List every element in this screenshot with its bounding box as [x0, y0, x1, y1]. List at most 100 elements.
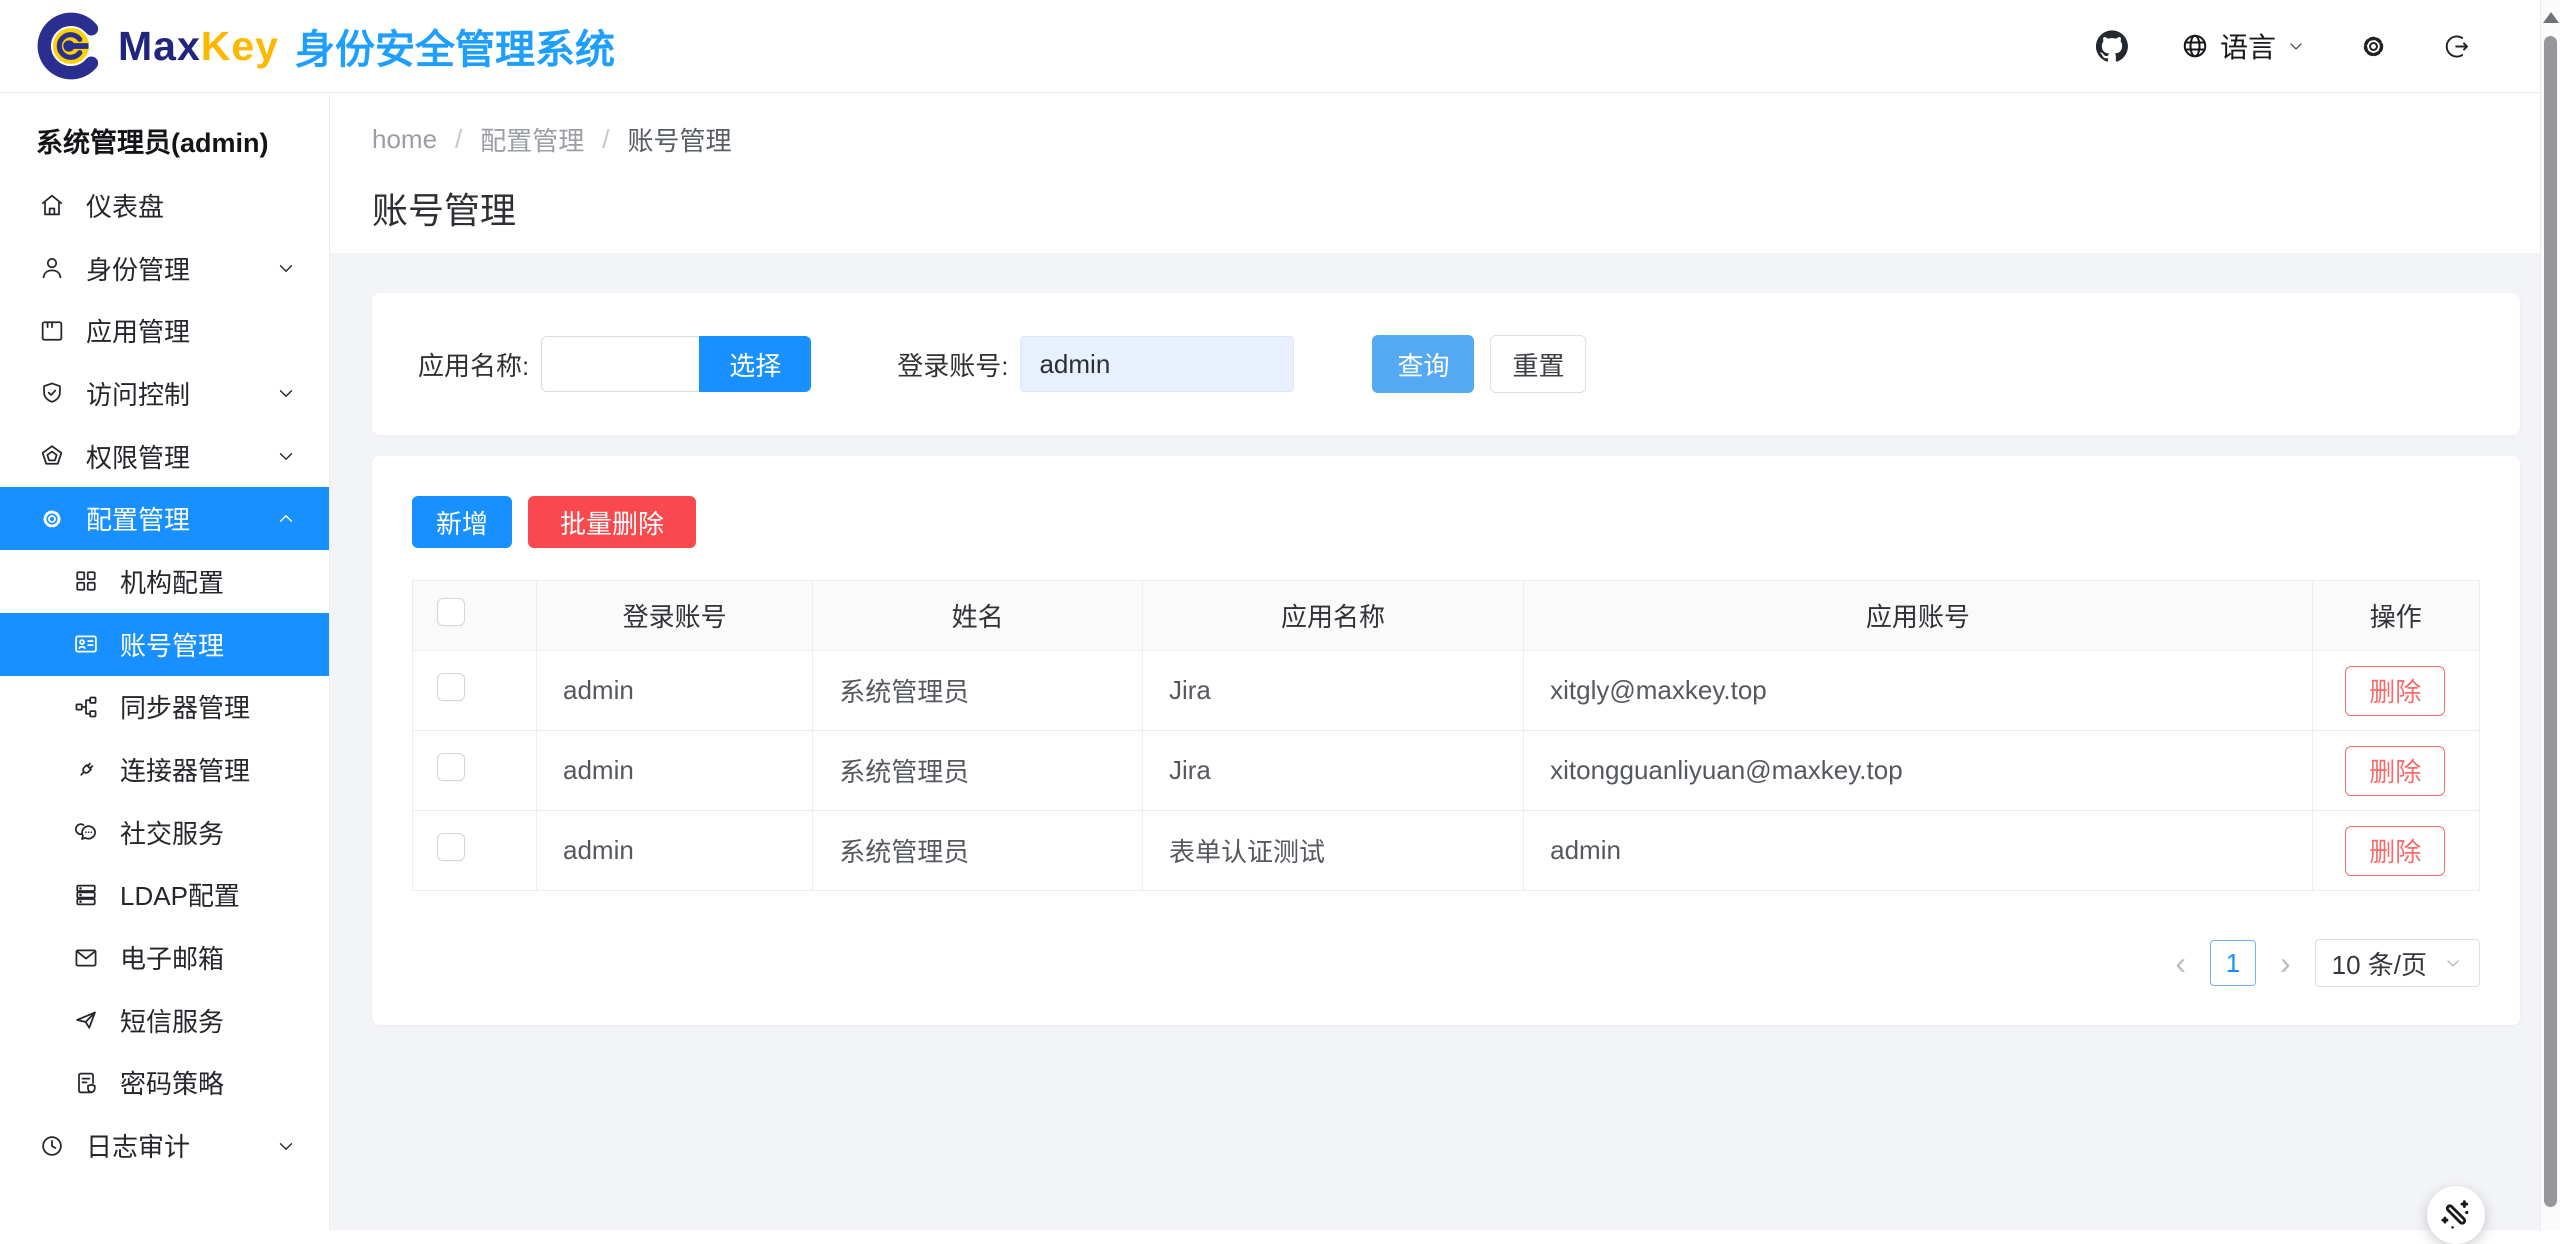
sidebar-item-connector[interactable]: 连接器管理 — [0, 738, 329, 801]
row-checkbox[interactable] — [437, 753, 465, 781]
header-actions: 语言 — [2096, 26, 2472, 66]
sidebar-item-synchronizer[interactable]: 同步器管理 — [0, 676, 329, 739]
globe-icon — [2180, 31, 2210, 61]
batch-delete-button[interactable]: 批量删除 — [528, 496, 696, 548]
settings-gear-icon[interactable] — [2358, 31, 2389, 62]
sidebar-item-social[interactable]: 社交服务 — [0, 801, 329, 864]
scroll-up-arrow[interactable] — [2543, 12, 2559, 23]
github-icon[interactable] — [2096, 30, 2128, 62]
server-icon — [72, 881, 100, 909]
sidebar-item-account-management[interactable]: 账号管理 — [0, 613, 329, 676]
cell-login: admin — [537, 811, 813, 891]
breadcrumb-config[interactable]: 配置管理 — [480, 121, 584, 158]
maxkey-logo — [34, 9, 108, 83]
sidebar-item-dashboard[interactable]: 仪表盘 — [0, 174, 329, 237]
chevron-down-icon — [2443, 953, 2463, 973]
brand: MaxKey 身份安全管理系统 — [34, 9, 615, 83]
brand-name: MaxKey — [118, 23, 279, 70]
row-checkbox[interactable] — [437, 833, 465, 861]
breadcrumb: home / 配置管理 / 账号管理 — [372, 121, 2560, 158]
sidebar-item-apps[interactable]: 应用管理 — [0, 299, 329, 362]
shield-check-icon — [38, 379, 66, 407]
filter-panel: 应用名称: 选择 登录账号: 查询 重置 — [372, 293, 2520, 435]
sidebar-item-org-config[interactable]: 机构配置 — [0, 550, 329, 613]
gear-icon — [38, 505, 66, 533]
next-page-button[interactable]: › — [2280, 947, 2291, 979]
grid-icon — [72, 567, 100, 595]
main-content: home / 配置管理 / 账号管理 账号管理 应用名称: 选择 登录账号: 查… — [330, 93, 2560, 1230]
chevron-down-icon — [275, 445, 297, 467]
add-button[interactable]: 新增 — [412, 496, 512, 548]
cell-login: admin — [537, 731, 813, 811]
login-account-input[interactable] — [1020, 336, 1294, 392]
language-label: 语言 — [2220, 26, 2276, 66]
magic-wand-fab[interactable] — [2427, 1186, 2485, 1244]
table-row: admin 系统管理员 Jira xitongguanliyuan@maxkey… — [413, 731, 2480, 811]
col-login-account: 登录账号 — [537, 581, 813, 651]
pentagon-icon — [38, 442, 66, 470]
row-checkbox[interactable] — [437, 673, 465, 701]
table-toolbar: 新增 批量删除 — [412, 496, 2480, 548]
cell-app-account: xitgly@maxkey.top — [1524, 651, 2312, 731]
search-button[interactable]: 查询 — [1372, 335, 1474, 393]
chevron-up-icon — [275, 508, 297, 530]
doc-shield-icon — [72, 1069, 100, 1097]
id-card-icon — [72, 630, 100, 658]
pagination: ‹ 1 › 10 条/页 — [412, 939, 2480, 987]
logout-icon[interactable] — [2441, 31, 2472, 62]
cell-name: 系统管理员 — [813, 811, 1143, 891]
sidebar-item-audit-log[interactable]: 日志审计 — [0, 1114, 329, 1177]
sidebar-user: 系统管理员(admin) — [0, 93, 329, 174]
page-title: 账号管理 — [372, 182, 2560, 234]
sidebar-item-password-policy[interactable]: 密码策略 — [0, 1052, 329, 1115]
app-title: 身份安全管理系统 — [295, 17, 615, 75]
chevron-down-icon — [275, 382, 297, 404]
send-icon — [72, 1006, 100, 1034]
sidebar: 系统管理员(admin) 仪表盘 身份管理 应用管理 访问控制 — [0, 93, 330, 1230]
chevron-down-icon — [275, 1135, 297, 1157]
table-panel: 新增 批量删除 登录账号 姓名 应用名称 应用账号 — [372, 456, 2520, 1025]
app-name-input[interactable] — [541, 336, 699, 392]
cell-login: admin — [537, 651, 813, 731]
reset-button[interactable]: 重置 — [1490, 335, 1586, 393]
delete-button[interactable]: 删除 — [2345, 746, 2445, 796]
cell-app: 表单认证测试 — [1142, 811, 1523, 891]
breadcrumb-home[interactable]: home — [372, 124, 437, 155]
page-scrollbar — [2540, 0, 2560, 1230]
table-row: admin 系统管理员 表单认证测试 admin 删除 — [413, 811, 2480, 891]
cell-name: 系统管理员 — [813, 651, 1143, 731]
cell-app-account: admin — [1524, 811, 2312, 891]
sidebar-item-identity[interactable]: 身份管理 — [0, 237, 329, 300]
plug-icon — [72, 756, 100, 784]
sidebar-item-config[interactable]: 配置管理 — [0, 487, 329, 550]
sidebar-item-sms[interactable]: 短信服务 — [0, 989, 329, 1052]
sidebar-item-permissions[interactable]: 权限管理 — [0, 425, 329, 488]
language-switcher[interactable]: 语言 — [2180, 26, 2306, 66]
sidebar-item-email[interactable]: 电子邮箱 — [0, 926, 329, 989]
mail-icon — [72, 944, 100, 972]
delete-button[interactable]: 删除 — [2345, 826, 2445, 876]
app-name-label: 应用名称: — [418, 346, 529, 383]
page-size-value: 10 条/页 — [2332, 945, 2427, 982]
chevron-down-icon — [275, 257, 297, 279]
select-all-checkbox[interactable] — [437, 598, 465, 626]
content-area: 应用名称: 选择 登录账号: 查询 重置 新增 批量删除 — [330, 253, 2560, 1230]
scrollbar-thumb[interactable] — [2544, 36, 2557, 1207]
prev-page-button[interactable]: ‹ — [2175, 947, 2186, 979]
sidebar-nav: 仪表盘 身份管理 应用管理 访问控制 权限管理 — [0, 174, 329, 1177]
page-number[interactable]: 1 — [2210, 940, 2256, 986]
app-window-icon — [38, 317, 66, 345]
sitemap-icon — [72, 693, 100, 721]
sidebar-item-ldap[interactable]: LDAP配置 — [0, 864, 329, 927]
sidebar-item-access-control[interactable]: 访问控制 — [0, 362, 329, 425]
cell-app: Jira — [1142, 731, 1523, 811]
chevron-down-icon — [2286, 36, 2306, 56]
col-app-account: 应用账号 — [1524, 581, 2312, 651]
col-actions: 操作 — [2312, 581, 2479, 651]
page-size-select[interactable]: 10 条/页 — [2315, 939, 2480, 987]
cell-app: Jira — [1142, 651, 1523, 731]
delete-button[interactable]: 删除 — [2345, 666, 2445, 716]
select-app-button[interactable]: 选择 — [699, 336, 811, 392]
home-icon — [38, 191, 66, 219]
chat-icon — [72, 818, 100, 846]
